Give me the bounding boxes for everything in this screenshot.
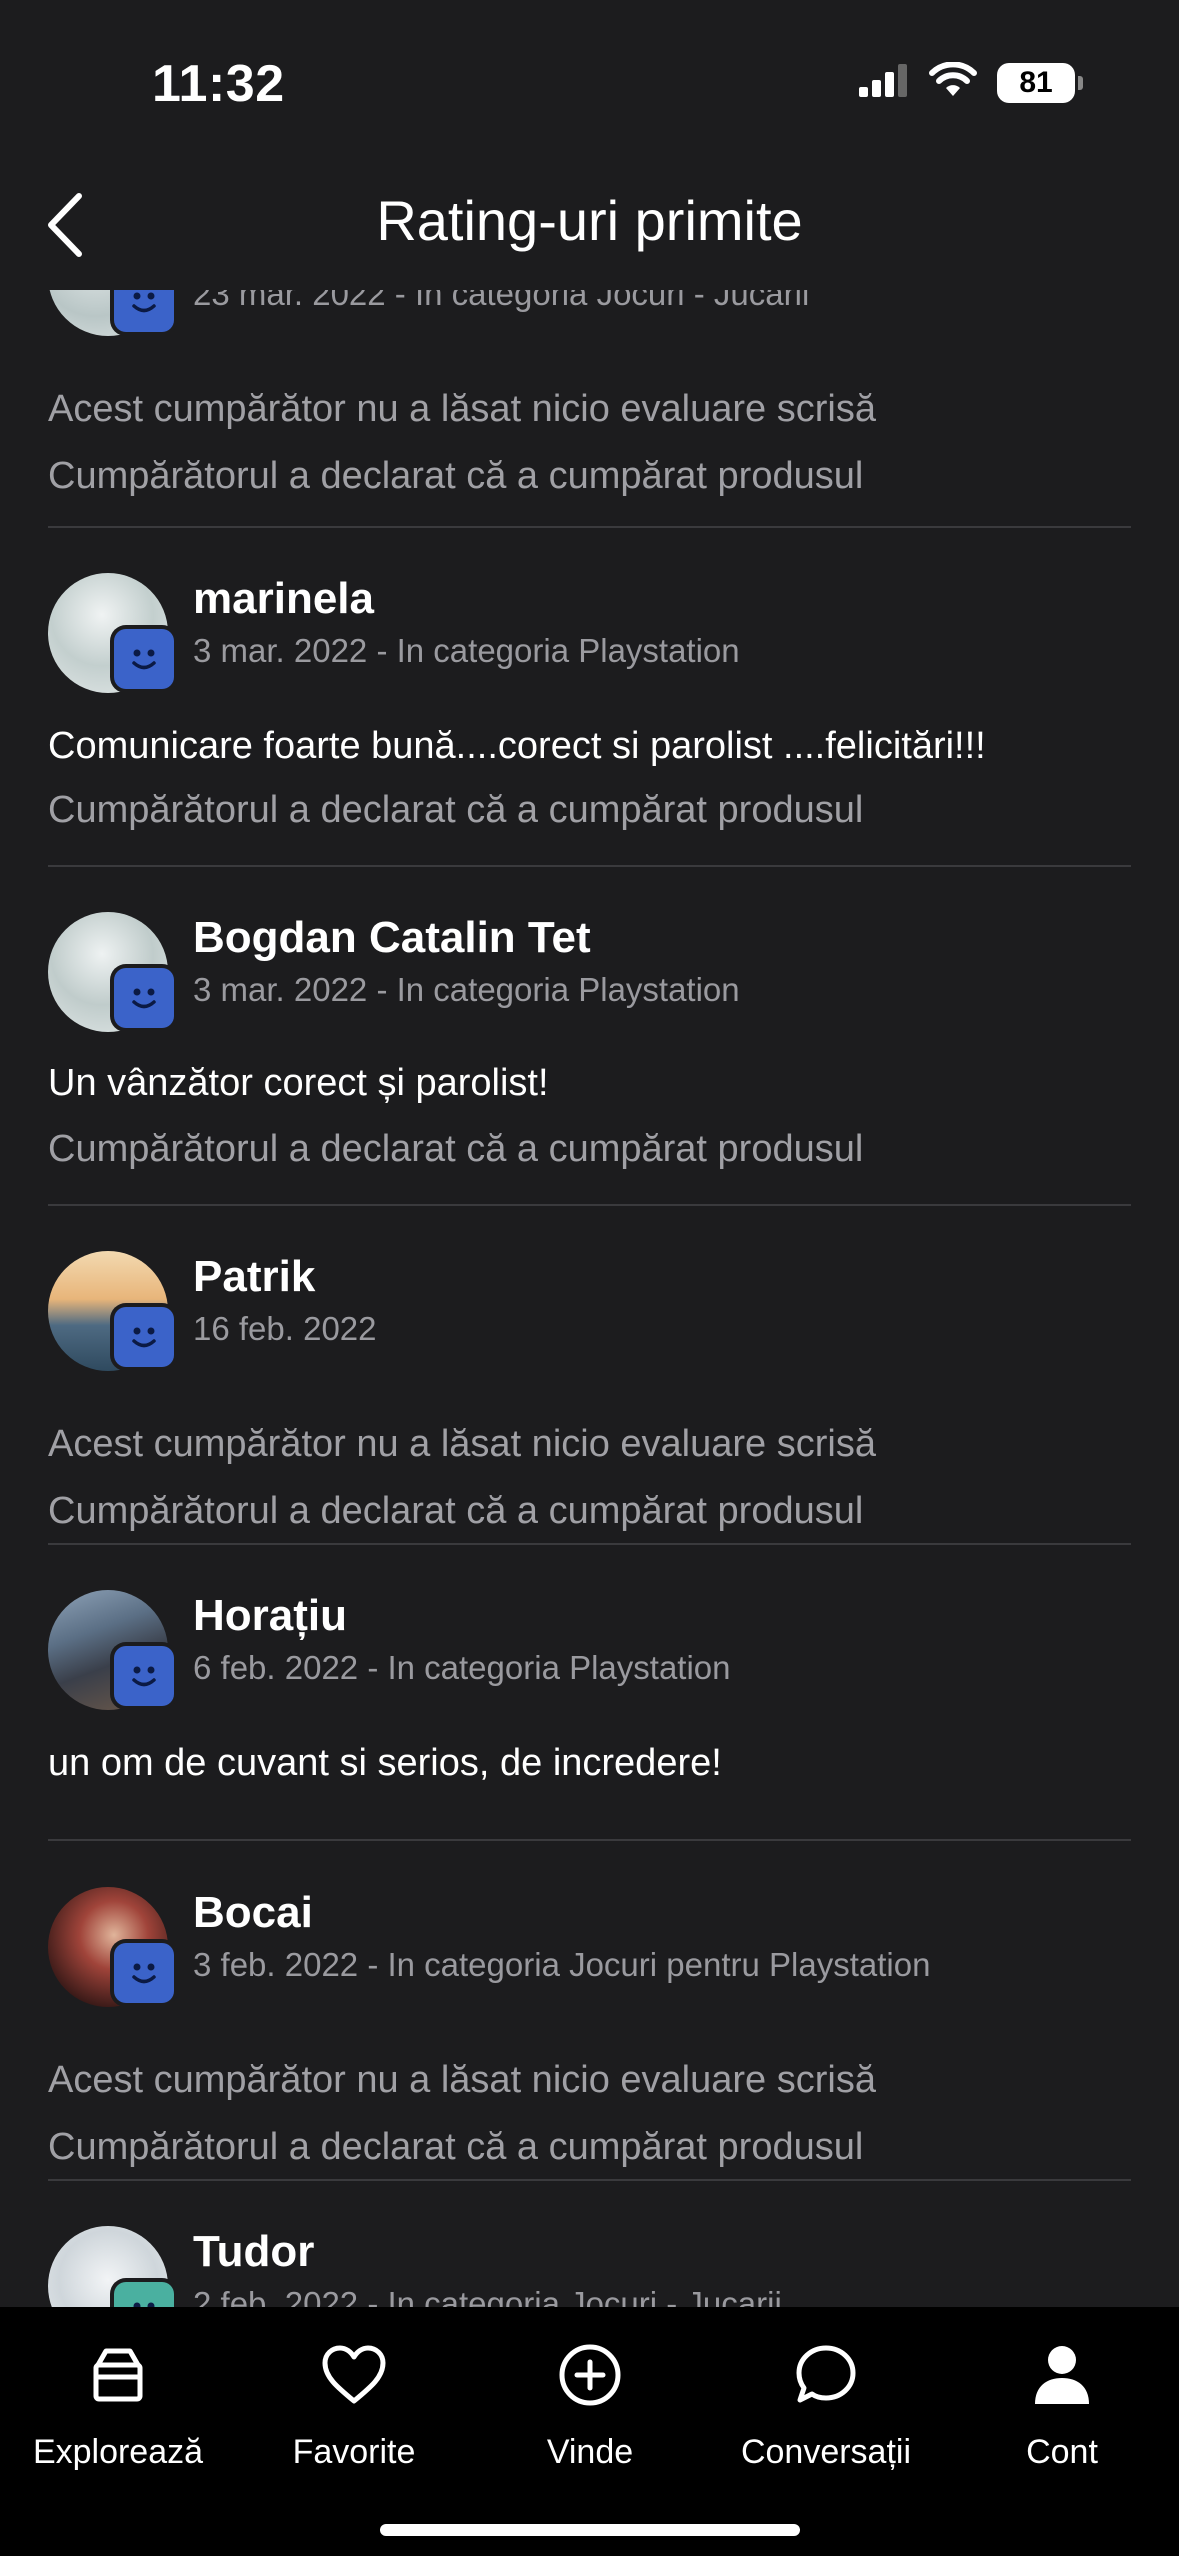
reviewer-name[interactable]: Horațiu — [193, 1590, 347, 1642]
review-meta: 23 mar. 2022 - In categoria Jocuri - Juc… — [193, 290, 810, 312]
avatar[interactable] — [48, 1887, 174, 2017]
purchase-note: Cumpărătorul a declarat că a cumpărat pr… — [48, 1128, 864, 1170]
avatar[interactable] — [48, 573, 174, 703]
smiley-icon — [114, 968, 174, 1028]
purchase-note: Cumpărătorul a declarat că a cumpărat pr… — [48, 2126, 864, 2168]
tab-favorite[interactable]: Favorite — [236, 2335, 472, 2495]
reviewer-name[interactable]: marinela — [193, 573, 374, 625]
battery-level: 81 — [997, 62, 1075, 103]
avatar[interactable] — [48, 2226, 174, 2307]
tab-conversatii[interactable]: Conversații — [708, 2335, 944, 2495]
person-icon — [944, 2335, 1179, 2415]
smiley-icon — [114, 2282, 174, 2307]
reviews-list[interactable]: 23 mar. 2022 - In categoria Jocuri - Juc… — [0, 290, 1179, 2307]
review-text: un om de cuvant si serios, de incredere! — [48, 1742, 722, 1784]
tab-bar: Explorează Favorite Vinde Conversații Co… — [0, 2307, 1179, 2556]
avatar[interactable] — [48, 912, 174, 1042]
tab-label: Favorite — [292, 2433, 416, 2471]
chat-bubble-icon — [708, 2335, 944, 2415]
review-text: Acest cumpărător nu a lăsat nicio evalua… — [48, 2059, 876, 2101]
smiley-icon — [114, 629, 174, 689]
review-text: Comunicare foarte bună....corect si paro… — [48, 725, 986, 767]
status-time: 11:32 — [152, 55, 285, 113]
divider — [48, 865, 1131, 867]
divider — [48, 2179, 1131, 2181]
signal-icon — [859, 63, 909, 102]
review-meta: 3 feb. 2022 - In categoria Jocuri pentru… — [193, 1946, 931, 1983]
review-meta: 3 mar. 2022 - In categoria Playstation — [193, 632, 740, 669]
tab-vinde[interactable]: Vinde — [472, 2335, 708, 2495]
purchase-note: Cumpărătorul a declarat că a cumpărat pr… — [48, 455, 864, 497]
smiley-icon — [114, 1646, 174, 1706]
tab-label: Vinde — [546, 2433, 634, 2471]
home-indicator[interactable] — [380, 2524, 800, 2536]
status-bar: 11:32 81 — [0, 0, 1179, 150]
status-icons: 81 — [859, 61, 1083, 103]
tab-label: Conversații — [740, 2433, 912, 2471]
purchase-note: Cumpărătorul a declarat că a cumpărat pr… — [48, 789, 864, 831]
tab-label: Cont — [1026, 2433, 1098, 2471]
reviewer-name[interactable]: Tudor — [193, 2226, 314, 2278]
review-meta: 2 feb. 2022 - In categoria Jocuri - Juca… — [193, 2285, 782, 2307]
tab-label: Explorează — [32, 2433, 204, 2471]
smiley-icon — [114, 1943, 174, 2003]
tab-cont[interactable]: Cont — [944, 2335, 1179, 2495]
reviewer-name[interactable]: Patrik — [193, 1251, 315, 1303]
divider — [48, 1204, 1131, 1206]
review-text: Acest cumpărător nu a lăsat nicio evalua… — [48, 388, 876, 430]
review-meta: 16 feb. 2022 — [193, 1310, 377, 1347]
avatar[interactable] — [48, 290, 174, 346]
review-text: Un vânzător corect și parolist! — [48, 1062, 549, 1104]
tab-exploreaza[interactable]: Explorează — [0, 2335, 236, 2495]
review-meta: 3 mar. 2022 - In categoria Playstation — [193, 971, 740, 1008]
heart-icon — [236, 2335, 472, 2415]
purchase-note: Cumpărătorul a declarat că a cumpărat pr… — [48, 1490, 864, 1532]
wifi-icon — [929, 61, 977, 103]
smiley-icon — [114, 290, 174, 332]
battery-icon: 81 — [997, 62, 1083, 103]
storefront-icon — [0, 2335, 236, 2415]
smiley-icon — [114, 1307, 174, 1367]
nav-bar: Rating-uri primite — [0, 160, 1179, 290]
avatar[interactable] — [48, 1251, 174, 1381]
plus-circle-icon — [472, 2335, 708, 2415]
divider — [48, 1543, 1131, 1545]
review-text: Acest cumpărător nu a lăsat nicio evalua… — [48, 1423, 876, 1465]
reviewer-name[interactable]: Bogdan Catalin Tet — [193, 912, 591, 964]
page-title: Rating-uri primite — [376, 189, 803, 252]
avatar[interactable] — [48, 1590, 174, 1720]
divider — [48, 526, 1131, 528]
review-meta: 6 feb. 2022 - In categoria Playstation — [193, 1649, 731, 1686]
reviewer-name[interactable]: Bocai — [193, 1887, 313, 1939]
divider — [48, 1839, 1131, 1841]
